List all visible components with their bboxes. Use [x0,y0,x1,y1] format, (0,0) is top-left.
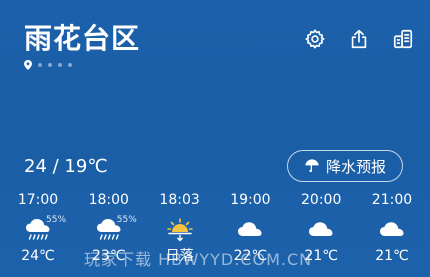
page-dot [38,63,42,67]
settings-gear-icon[interactable] [302,26,328,52]
cloud-icon [379,222,404,236]
hourly-item: 20:00 21℃ [291,190,351,270]
umbrella-icon [305,159,319,173]
precipitation-forecast-button[interactable]: 降水预报 [287,150,403,182]
precipitation-forecast-label: 降水预报 [325,157,386,176]
page-dot [68,63,72,67]
hourly-item: 17:00 55% 24℃ [8,190,68,270]
precipitation-probability: 55% [116,215,137,225]
location-pin-icon [24,60,32,70]
hourly-temperature: 日落 [165,248,194,264]
hourly-time: 19:00 [230,192,271,208]
page-indicator [24,60,72,70]
hourly-time: 18:03 [159,192,200,208]
city-name[interactable]: 雨花台区 [24,22,140,56]
hourly-time: 18:00 [88,192,129,208]
page-dot [58,63,62,67]
hourly-time: 17:00 [17,192,59,208]
hourly-temperature: 23℃ [92,248,126,264]
toolbar [302,26,416,52]
hourly-temperature: 21℃ [304,248,338,264]
cloud-icon [238,222,262,236]
hourly-item: 18:03 日落 [150,190,210,270]
hourly-time: 21:00 [371,192,413,208]
hourly-forecast: 17:00 55% 24℃ 18:00 55% 23℃ 18:03 日落 19:… [8,190,422,270]
hourly-item: 18:00 55% 23℃ [79,190,139,270]
hourly-temperature: 22℃ [233,248,268,264]
weather-app: 雨花台区 24 / 19℃ 降水预报 17:00 55% 24℃ 18:00 5… [0,0,430,277]
today-temperature-range: 24 / 19℃ [24,156,108,177]
cloud-icon [309,222,333,236]
hourly-item: 21:00 21℃ [362,190,422,270]
precipitation-probability: 55% [46,215,67,225]
hourly-temperature: 21℃ [375,248,409,264]
sunset-icon [166,218,193,242]
hourly-temperature: 24℃ [21,248,55,264]
share-icon[interactable] [346,26,372,52]
hourly-item: 19:00 22℃ [220,190,280,270]
page-dot [48,63,52,67]
city-list-icon[interactable] [390,26,416,52]
hourly-time: 20:00 [301,192,342,208]
